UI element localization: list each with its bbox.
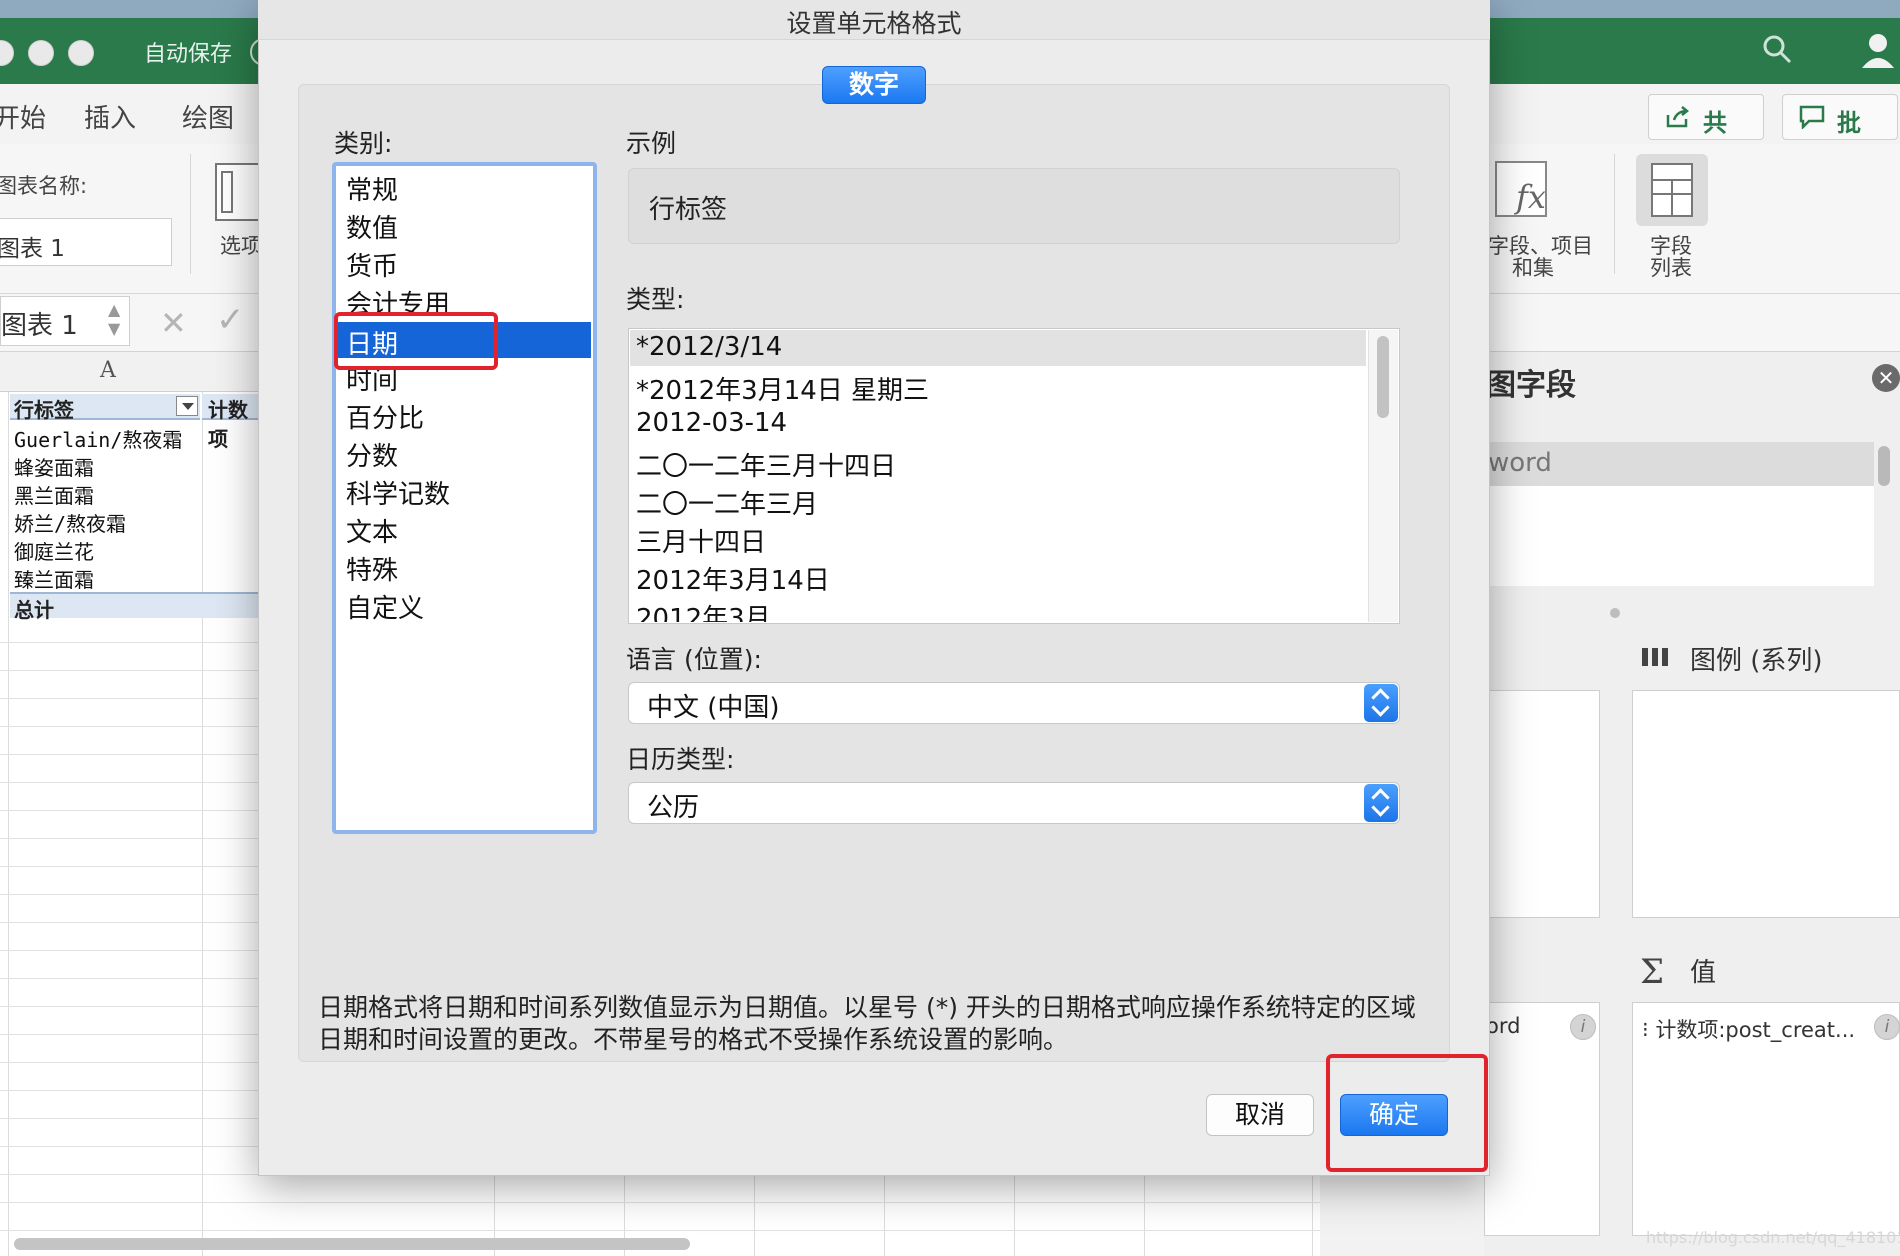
options-label: 选项 — [220, 234, 262, 258]
values-field-item[interactable]: ⁝ 计数项:post_creat... — [1642, 1014, 1855, 1044]
name-box-stepper-icon[interactable]: ▲ ▼ — [108, 300, 120, 338]
pane-scrollbar[interactable] — [1878, 446, 1890, 486]
field-list-icon — [1651, 163, 1693, 217]
language-value: 中文 (中国) — [647, 693, 780, 723]
format-description: 日期格式将日期和时间系列数值显示为日期值。以星号 (*) 开头的日期格式响应操作… — [318, 993, 1416, 1054]
category-item[interactable]: 文本 — [346, 512, 398, 549]
sample-label: 示例 — [626, 129, 677, 158]
language-select[interactable]: 中文 (中国) — [628, 682, 1400, 724]
pane-field-list[interactable] — [1484, 486, 1874, 586]
language-select-arrows-icon[interactable] — [1364, 684, 1398, 722]
ribbon-separator — [1614, 154, 1615, 274]
column-a-header[interactable]: A — [100, 358, 116, 383]
type-item[interactable]: 2012年3月14日 — [636, 560, 830, 597]
calendar-select-arrows-icon[interactable] — [1364, 784, 1398, 822]
values-label: 值 — [1690, 958, 1717, 988]
calendar-label: 日历类型: — [626, 745, 735, 774]
legend-series-label: 图例 (系列) — [1690, 646, 1823, 676]
category-item[interactable]: 特殊 — [346, 550, 398, 587]
pane-close-icon[interactable]: ✕ — [1872, 364, 1900, 392]
ribbon-separator — [190, 154, 191, 274]
grid-line — [8, 392, 9, 1256]
axis-field-item[interactable]: ord — [1486, 1014, 1520, 1038]
pane-field-item[interactable]: word — [1484, 442, 1874, 486]
pivot-row[interactable]: Guerlain/熬夜霜 — [14, 424, 182, 453]
type-item[interactable]: 2012-03-14 — [636, 408, 787, 438]
tab-insert[interactable]: 插入 — [84, 98, 136, 135]
language-label: 语言 (位置): — [626, 645, 762, 674]
cancel-button[interactable]: 取消 — [1206, 1094, 1314, 1136]
sample-preview: 行标签 — [628, 168, 1400, 244]
pivot-row[interactable]: 臻兰面霜 — [14, 564, 94, 593]
values-field-label: 计数项:post_creat... — [1655, 1018, 1856, 1042]
formula-confirm-icon[interactable]: ✓ — [216, 300, 245, 340]
comments-button[interactable]: 批注 — [1782, 94, 1898, 172]
pivot-row[interactable]: 黑兰面霜 — [14, 480, 94, 509]
grid-line — [202, 392, 203, 1256]
formula-cancel-icon[interactable]: ✕ — [160, 304, 187, 342]
pane-title: 图字段 — [1486, 368, 1576, 403]
chart-name-label: 图表名称: — [0, 174, 88, 198]
type-item[interactable]: 三月十四日 — [636, 522, 766, 559]
type-label: 类型: — [626, 285, 685, 314]
pivot-total-row[interactable]: 总计 — [10, 592, 262, 622]
category-item[interactable]: 数值 — [346, 208, 398, 245]
category-item[interactable]: 科学记数 — [346, 474, 450, 511]
share-icon — [1666, 106, 1690, 128]
highlight-date-category — [334, 312, 498, 370]
fields-items-icon[interactable]: fx — [1494, 160, 1554, 220]
type-item[interactable]: *2012年3月14日 星期三 — [636, 370, 929, 407]
category-item[interactable]: 百分比 — [346, 398, 424, 435]
tab-number[interactable]: 数字 — [822, 66, 926, 104]
info-icon[interactable]: i — [1570, 1014, 1596, 1040]
highlight-ok-button — [1326, 1054, 1488, 1172]
dialog-title: 设置单元格格式 — [786, 9, 962, 38]
window-zoom-button[interactable] — [68, 40, 94, 66]
type-item[interactable]: *2012/3/14 — [636, 332, 782, 362]
field-list-label-2: 列表 — [1650, 256, 1692, 280]
user-icon[interactable] — [1858, 30, 1898, 70]
category-item[interactable]: 自定义 — [346, 588, 424, 625]
window-minimize-button[interactable] — [28, 40, 54, 66]
pivot-filter-dropdown-icon[interactable] — [176, 396, 198, 416]
type-list-scroll-thumb[interactable] — [1377, 336, 1389, 418]
pivot-row[interactable]: 娇兰/熬夜霜 — [14, 508, 126, 537]
svg-text:fx: fx — [1514, 178, 1546, 216]
pivot-count-header[interactable]: 计数项 — [202, 394, 262, 451]
legend-drop-area[interactable] — [1632, 690, 1900, 918]
calendar-value: 公历 — [647, 793, 700, 823]
type-item[interactable]: 二〇一二年三月 — [636, 484, 818, 521]
type-item-clip: 2012年3月 — [630, 596, 1366, 622]
comment-icon — [1799, 105, 1825, 129]
tab-home[interactable]: 开始 — [0, 98, 46, 135]
category-label: 类别: — [334, 129, 393, 158]
fields-items-label-2: 和集 — [1512, 256, 1554, 280]
category-item[interactable]: 常规 — [346, 170, 398, 207]
pane-resize-handle[interactable] — [1610, 608, 1620, 618]
options-icon[interactable] — [214, 162, 264, 222]
share-button[interactable]: 共享 — [1648, 94, 1764, 172]
calendar-select[interactable]: 公历 — [628, 782, 1400, 824]
search-icon[interactable] — [1762, 34, 1792, 64]
axis-drop-area[interactable] — [1484, 690, 1600, 918]
sigma-icon: Σ — [1640, 952, 1665, 992]
info-icon[interactable]: i — [1874, 1014, 1900, 1040]
pivot-row[interactable]: 蜂姿面霜 — [14, 452, 94, 481]
tab-draw[interactable]: 绘图 — [182, 98, 234, 135]
chart-name-input[interactable]: 图表 1 — [0, 218, 172, 266]
field-list-button[interactable] — [1636, 154, 1708, 226]
type-item[interactable]: 二〇一二年三月十四日 — [636, 446, 896, 483]
category-item[interactable]: 货币 — [346, 246, 398, 283]
category-item[interactable]: 分数 — [346, 436, 398, 473]
watermark: https://blog.csdn.net/qq_41810188 — [1646, 1228, 1900, 1247]
grid-line — [0, 1230, 1320, 1231]
columns-icon — [1642, 648, 1668, 666]
pivot-row-label-header[interactable]: 行标签 — [10, 394, 200, 422]
grid-line — [0, 1202, 1320, 1203]
horizontal-scrollbar[interactable] — [14, 1238, 690, 1250]
pivot-row[interactable]: 御庭兰花 — [14, 536, 94, 565]
type-item[interactable]: 2012年3月 — [636, 598, 771, 622]
autosave-label: 自动保存 — [144, 42, 233, 67]
